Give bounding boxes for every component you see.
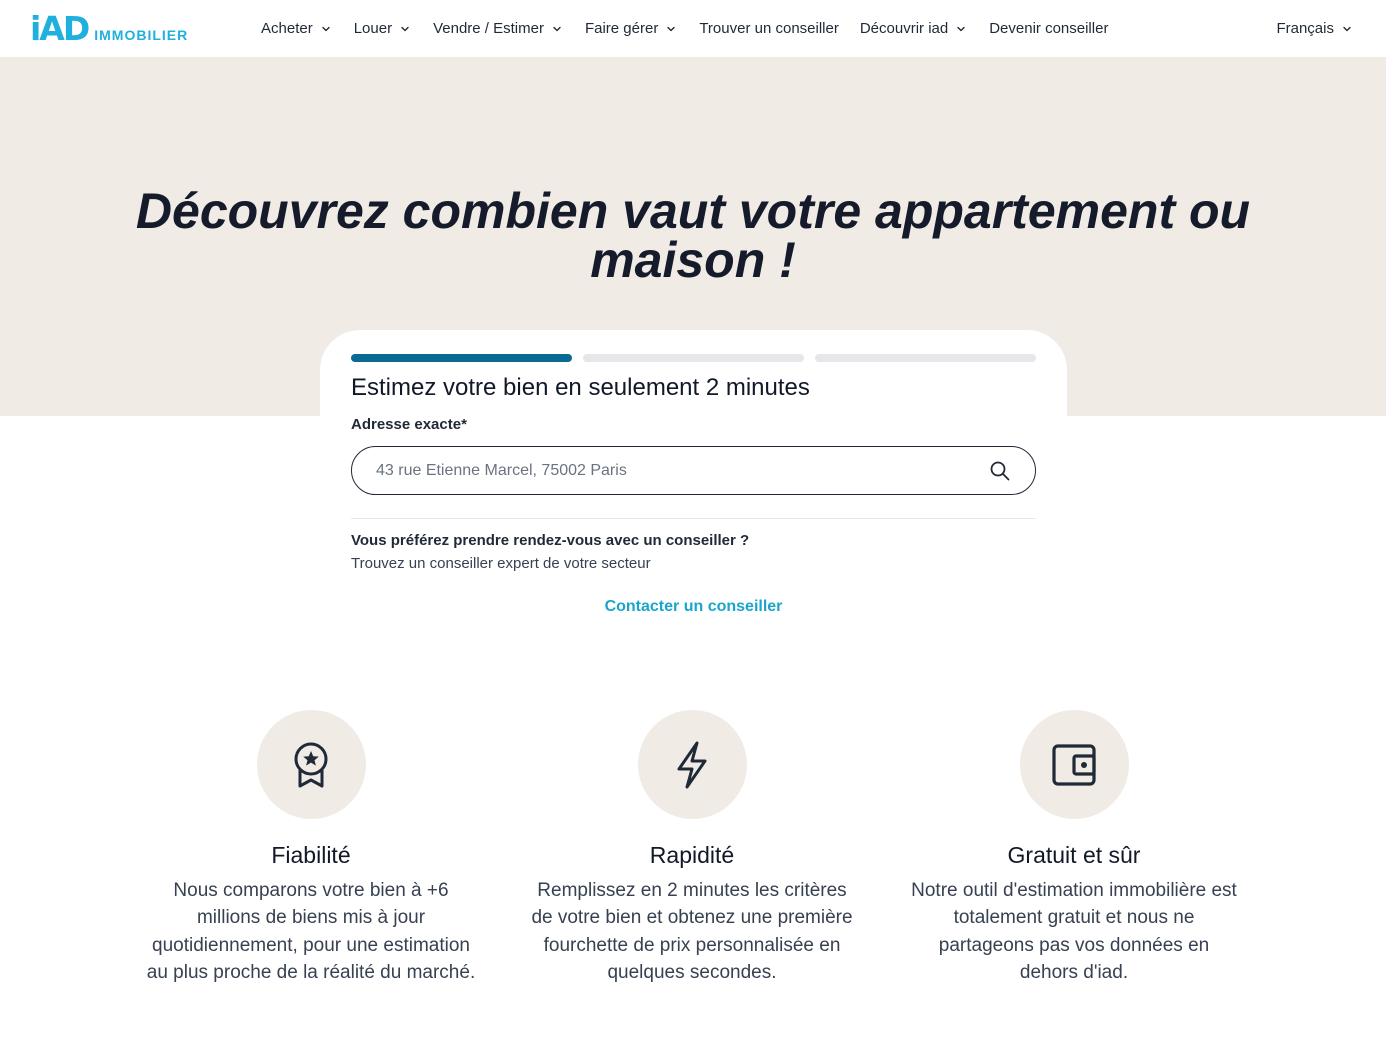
wallet-icon	[1052, 743, 1096, 786]
address-input[interactable]	[376, 461, 989, 480]
feature-text: Remplissez en 2 minutes les critères de …	[531, 880, 853, 983]
chevron-down-icon	[322, 26, 330, 31]
nav-item-label: Vendre / Estimer	[433, 20, 544, 37]
feature-icon-circle	[256, 710, 366, 819]
nav-item-label: Acheter	[261, 20, 313, 37]
feature-icon-circle	[637, 710, 747, 819]
feature-title: Gratuit et sûr	[1007, 842, 1141, 868]
language-label: Français	[1276, 20, 1334, 37]
feature-icon-circle	[1019, 710, 1129, 819]
logo-text: IMMOBILIER	[94, 27, 189, 43]
logo-mark: iAD	[30, 9, 90, 48]
chevron-down-icon	[957, 26, 965, 31]
appointment-question: Vous préférez prendre rendez-vous avec u…	[351, 532, 750, 549]
feature-title: Rapidité	[649, 842, 735, 868]
chevron-down-icon	[553, 26, 561, 31]
hero-title-line1: Découvrez combien vaut votre appartement…	[135, 183, 1251, 239]
chevron-down-icon	[1343, 26, 1351, 31]
contact-advisor-link[interactable]: Contacter un conseiller	[320, 598, 1067, 616]
progress-step-1	[351, 354, 572, 362]
nav-item-vendre-estimer[interactable]: Vendre / Estimer	[433, 20, 564, 37]
hero-title: Découvrez combien vaut votre appartement…	[60, 186, 1326, 288]
language-selector[interactable]: Français	[1276, 0, 1354, 57]
feature-title: Fiabilité	[271, 842, 351, 868]
address-label: Adresse exacte*	[351, 416, 467, 433]
search-icon[interactable]	[989, 460, 1011, 482]
nav-item-louer[interactable]: Louer	[354, 20, 412, 37]
nav-item-faire-gerer[interactable]: Faire gérer	[585, 20, 678, 37]
feature-gratuit-sur: Gratuit et sûr Notre outil d'estimation …	[909, 710, 1239, 986]
appointment-subtitle: Trouvez un conseiller expert de votre se…	[351, 555, 651, 572]
nav-item-label: Faire gérer	[584, 20, 659, 37]
hero-title-line2: maison !	[590, 232, 796, 288]
iad-logo[interactable]: iAD IMMOBILIER	[30, 12, 188, 46]
feature-rapidite: Rapidité Remplissez en 2 minutes les cri…	[527, 710, 857, 986]
feature-text: Nous comparons votre bien à +6 millions …	[146, 880, 476, 983]
nav-item-label: Devenir conseiller	[989, 20, 1109, 37]
feature-fiabilite: Fiabilité Nous comparons votre bien à +6…	[146, 710, 476, 986]
award-icon	[294, 742, 328, 787]
divider	[351, 518, 1036, 519]
address-field[interactable]	[351, 446, 1036, 495]
feature-text: Notre outil d'estimation immobilière est…	[911, 880, 1237, 983]
estimation-card: Estimez votre bien en seulement 2 minute…	[320, 330, 1067, 660]
lightning-icon	[677, 741, 707, 788]
nav-item-label: Trouver un conseiller	[699, 20, 839, 37]
site-header: iAD IMMOBILIER Acheter Louer Vendre / Es…	[0, 0, 1400, 57]
chevron-down-icon	[667, 26, 676, 31]
nav-item-label: Découvrir iad	[859, 20, 949, 37]
nav-item-acheter[interactable]: Acheter	[261, 20, 333, 37]
progress-step-2	[583, 354, 804, 362]
step-progress	[351, 354, 1036, 363]
progress-step-3	[815, 354, 1036, 362]
card-title: Estimez votre bien en seulement 2 minute…	[351, 374, 810, 401]
main-nav: Acheter Louer Vendre / Estimer Faire gér…	[261, 0, 1129, 57]
nav-item-trouver-conseiller[interactable]: Trouver un conseiller	[699, 20, 839, 37]
nav-item-decouvrir-iad[interactable]: Découvrir iad	[860, 20, 968, 37]
nav-item-devenir-conseiller[interactable]: Devenir conseiller	[989, 20, 1108, 37]
chevron-down-icon	[401, 26, 409, 31]
nav-item-label: Louer	[353, 20, 393, 37]
